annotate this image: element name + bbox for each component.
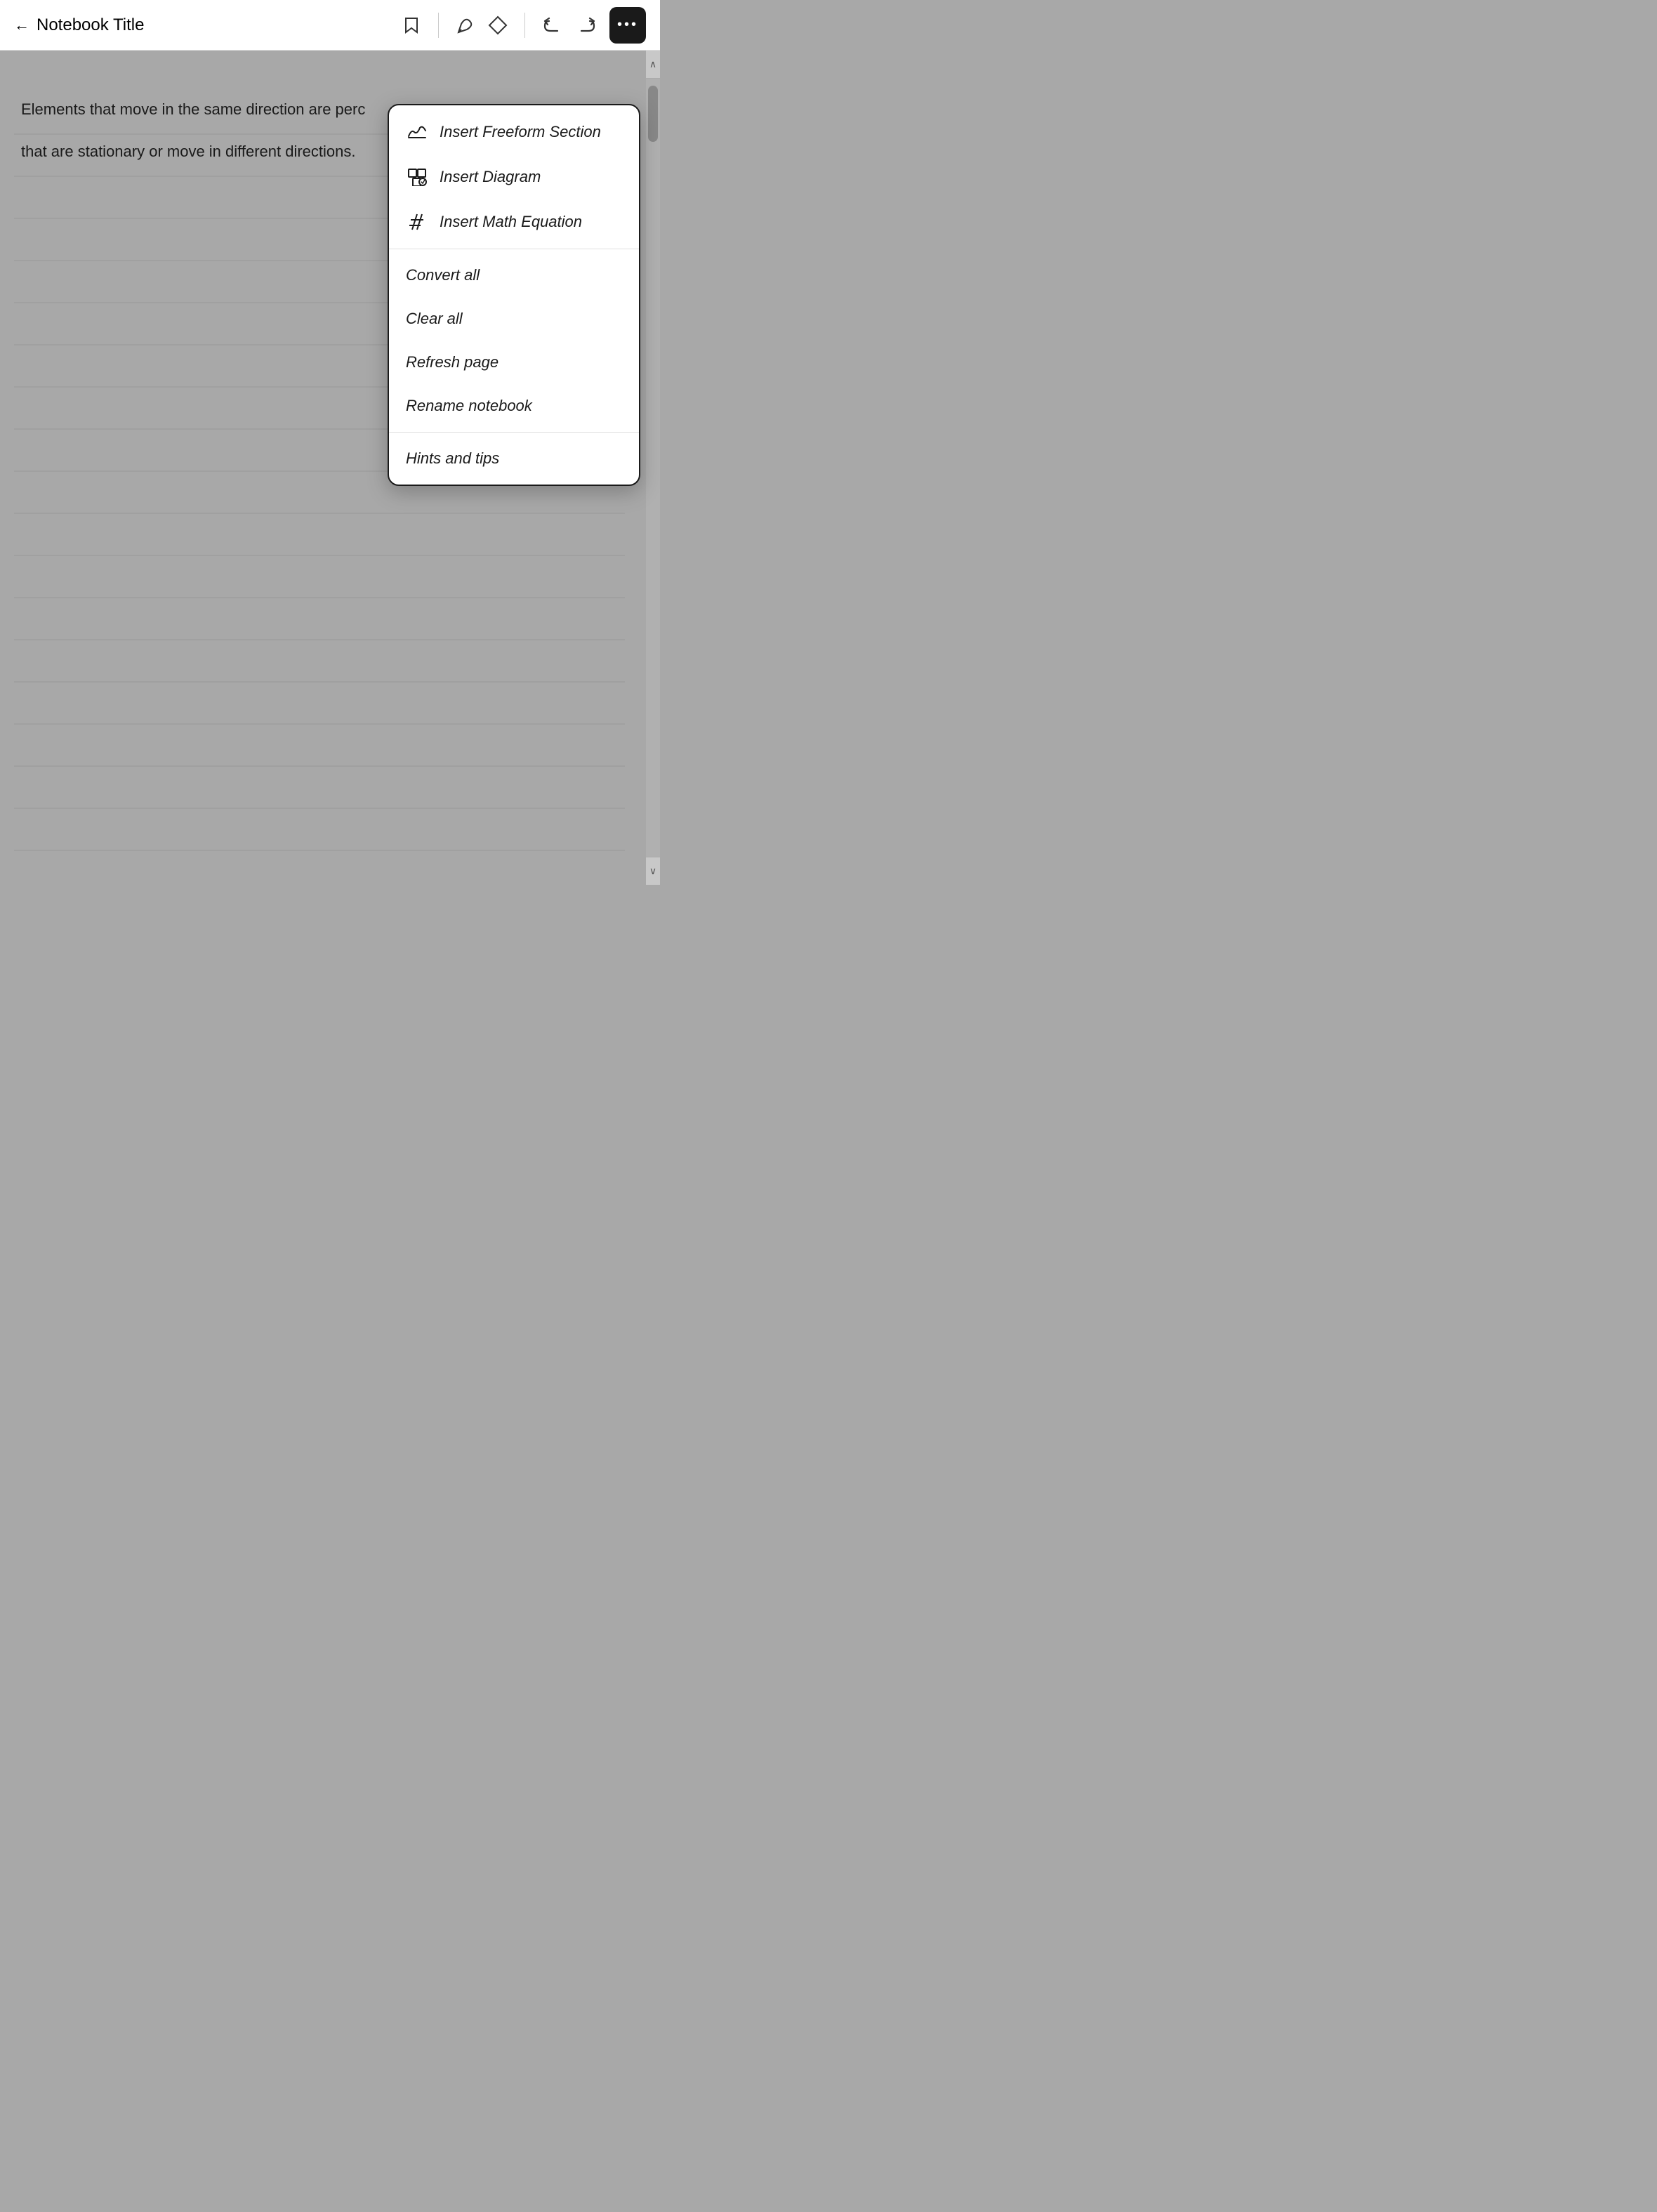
menu-section-actions: Convert all Clear all Refresh page Renam… bbox=[389, 249, 639, 433]
menu-item-insert-freeform[interactable]: Insert Freeform Section bbox=[389, 110, 639, 154]
more-dots-icon: ••• bbox=[617, 17, 638, 33]
diagram-icon bbox=[406, 166, 428, 188]
refresh-page-label: Refresh page bbox=[406, 353, 499, 371]
hints-tips-label: Hints and tips bbox=[406, 449, 499, 468]
scroll-up-icon: ∧ bbox=[649, 58, 656, 70]
toolbar-icons: ••• bbox=[402, 7, 646, 44]
freeform-icon bbox=[406, 121, 428, 143]
undo-button[interactable] bbox=[542, 15, 563, 35]
menu-item-convert-all[interactable]: Convert all bbox=[389, 254, 639, 297]
menu-item-insert-diagram[interactable]: Insert Diagram bbox=[389, 154, 639, 199]
back-button[interactable]: ← bbox=[14, 16, 29, 34]
page-content: Elements that move in the same direction… bbox=[0, 51, 660, 885]
notebook-title: Notebook Title bbox=[37, 15, 144, 35]
bookmark-icon[interactable] bbox=[402, 15, 421, 35]
toolbar-divider-2 bbox=[524, 13, 525, 38]
insert-math-label: Insert Math Equation bbox=[440, 213, 582, 231]
insert-freeform-label: Insert Freeform Section bbox=[440, 123, 601, 141]
dropdown-menu: Insert Freeform Section Insert Diagram bbox=[388, 104, 640, 486]
math-equation-icon bbox=[406, 211, 428, 233]
menu-item-refresh-page[interactable]: Refresh page bbox=[389, 341, 639, 384]
scrollbar-thumb[interactable] bbox=[648, 86, 658, 142]
clear-all-label: Clear all bbox=[406, 310, 463, 328]
rename-notebook-label: Rename notebook bbox=[406, 397, 532, 415]
insert-diagram-label: Insert Diagram bbox=[440, 168, 541, 186]
eraser-icon[interactable] bbox=[488, 15, 508, 35]
toolbar-left: ← Notebook Title bbox=[14, 15, 395, 35]
convert-all-label: Convert all bbox=[406, 266, 480, 284]
menu-item-clear-all[interactable]: Clear all bbox=[389, 297, 639, 341]
menu-item-hints-tips[interactable]: Hints and tips bbox=[389, 437, 639, 480]
scroll-down-button[interactable]: ∨ bbox=[646, 857, 660, 885]
menu-item-rename-notebook[interactable]: Rename notebook bbox=[389, 384, 639, 428]
redo-button[interactable] bbox=[576, 15, 597, 35]
scroll-up-button[interactable]: ∧ bbox=[646, 51, 660, 79]
toolbar-divider-1 bbox=[438, 13, 439, 38]
menu-item-insert-math[interactable]: Insert Math Equation bbox=[389, 199, 639, 244]
scrollbar-track: ∧ ∨ bbox=[646, 51, 660, 885]
back-arrow-icon: ← bbox=[14, 16, 29, 34]
more-button[interactable]: ••• bbox=[609, 7, 646, 44]
toolbar: ← Notebook Title bbox=[0, 0, 660, 51]
pen-icon[interactable] bbox=[456, 15, 475, 35]
scroll-down-icon: ∨ bbox=[649, 865, 656, 877]
menu-section-help: Hints and tips bbox=[389, 433, 639, 485]
menu-section-insert: Insert Freeform Section Insert Diagram bbox=[389, 105, 639, 249]
